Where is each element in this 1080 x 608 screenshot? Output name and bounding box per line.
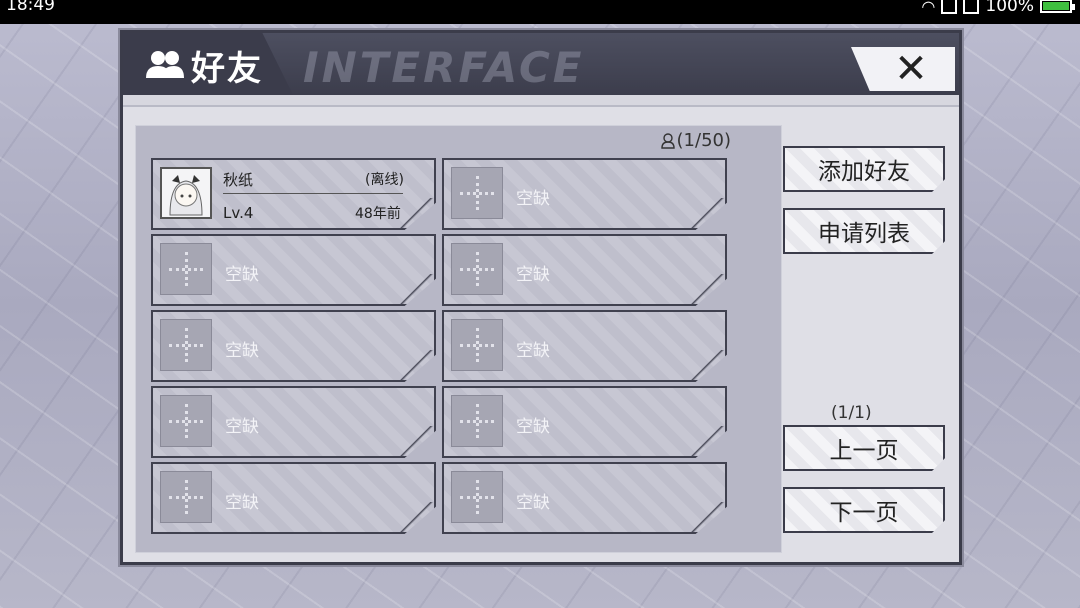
request-list-button[interactable]: 申请列表 bbox=[783, 208, 945, 254]
add-slot-icon bbox=[160, 395, 212, 447]
empty-slot-label: 空缺 bbox=[516, 189, 550, 209]
empty-slot-label: 空缺 bbox=[225, 417, 259, 437]
empty-slot-label: 空缺 bbox=[225, 341, 259, 361]
friend-avatar bbox=[160, 167, 212, 219]
add-slot-icon bbox=[160, 243, 212, 295]
status-time: 18:49 bbox=[6, 0, 55, 15]
empty-slot[interactable]: 空缺 bbox=[442, 158, 727, 230]
add-slot-icon bbox=[160, 319, 212, 371]
empty-slot[interactable]: 空缺 bbox=[151, 234, 436, 306]
friend-count-text: (1/50) bbox=[676, 130, 731, 151]
friend-slot-1[interactable]: 秋纸 (离线) Lv.4 48年前 bbox=[151, 158, 436, 230]
empty-slot[interactable]: 空缺 bbox=[151, 310, 436, 382]
battery-fill bbox=[1043, 2, 1069, 10]
interface-watermark: INTERFACE bbox=[303, 43, 585, 92]
status-bar: 18:49 ◠ 100% bbox=[0, 0, 1080, 24]
empty-slot[interactable]: 空缺 bbox=[442, 462, 727, 534]
close-button[interactable]: ✕ bbox=[851, 47, 955, 91]
empty-slot-label: 空缺 bbox=[516, 265, 550, 285]
add-slot-icon bbox=[451, 395, 503, 447]
friend-list-panel: (1/50) 秋纸 (离线) Lv.4 48年前 空缺 空缺 空缺 空缺 空缺 … bbox=[135, 125, 782, 553]
empty-slot-label: 空缺 bbox=[516, 417, 550, 437]
add-slot-icon bbox=[451, 471, 503, 523]
status-icons: ◠ 100% bbox=[921, 0, 1075, 16]
add-slot-icon bbox=[451, 243, 503, 295]
window-title: 好友 bbox=[191, 49, 263, 89]
add-slot-icon bbox=[451, 319, 503, 371]
next-page-button[interactable]: 下一页 bbox=[783, 487, 945, 533]
empty-slot[interactable]: 空缺 bbox=[151, 462, 436, 534]
wifi-icon: ◠ bbox=[921, 0, 936, 16]
empty-slot-label: 空缺 bbox=[516, 341, 550, 361]
friend-level: Lv.4 bbox=[223, 204, 254, 222]
friend-name: 秋纸 bbox=[223, 171, 254, 189]
battery-percent: 100% bbox=[985, 0, 1034, 16]
prev-page-button[interactable]: 上一页 bbox=[783, 425, 945, 471]
add-friend-button[interactable]: 添加好友 bbox=[783, 146, 945, 192]
empty-slot[interactable]: 空缺 bbox=[442, 386, 727, 458]
avatar-image bbox=[162, 169, 210, 217]
empty-slot[interactable]: 空缺 bbox=[442, 310, 727, 382]
empty-slot-label: 空缺 bbox=[225, 265, 259, 285]
friends-icon bbox=[146, 51, 184, 78]
title-divider bbox=[123, 95, 959, 107]
title-bar: 好友 INTERFACE ✕ bbox=[123, 33, 959, 95]
friend-last-online: 48年前 bbox=[355, 206, 401, 222]
close-icon: ✕ bbox=[894, 46, 928, 92]
friends-window: 好友 INTERFACE ✕ (1/50) 秋纸 (离线) Lv.4 48年前 … bbox=[120, 30, 962, 565]
sim1-icon bbox=[941, 0, 958, 14]
user-icon bbox=[660, 132, 675, 149]
friend-count: (1/50) bbox=[660, 130, 731, 151]
empty-slot-label: 空缺 bbox=[225, 493, 259, 513]
sim2-icon bbox=[963, 0, 980, 14]
page-indicator: (1/1) bbox=[831, 403, 872, 423]
add-slot-icon bbox=[451, 167, 503, 219]
friend-status: (离线) bbox=[365, 172, 404, 188]
empty-slot[interactable]: 空缺 bbox=[151, 386, 436, 458]
battery-icon bbox=[1040, 0, 1075, 13]
friend-divider bbox=[223, 193, 403, 194]
add-slot-icon bbox=[160, 471, 212, 523]
empty-slot-label: 空缺 bbox=[516, 493, 550, 513]
empty-slot[interactable]: 空缺 bbox=[442, 234, 727, 306]
